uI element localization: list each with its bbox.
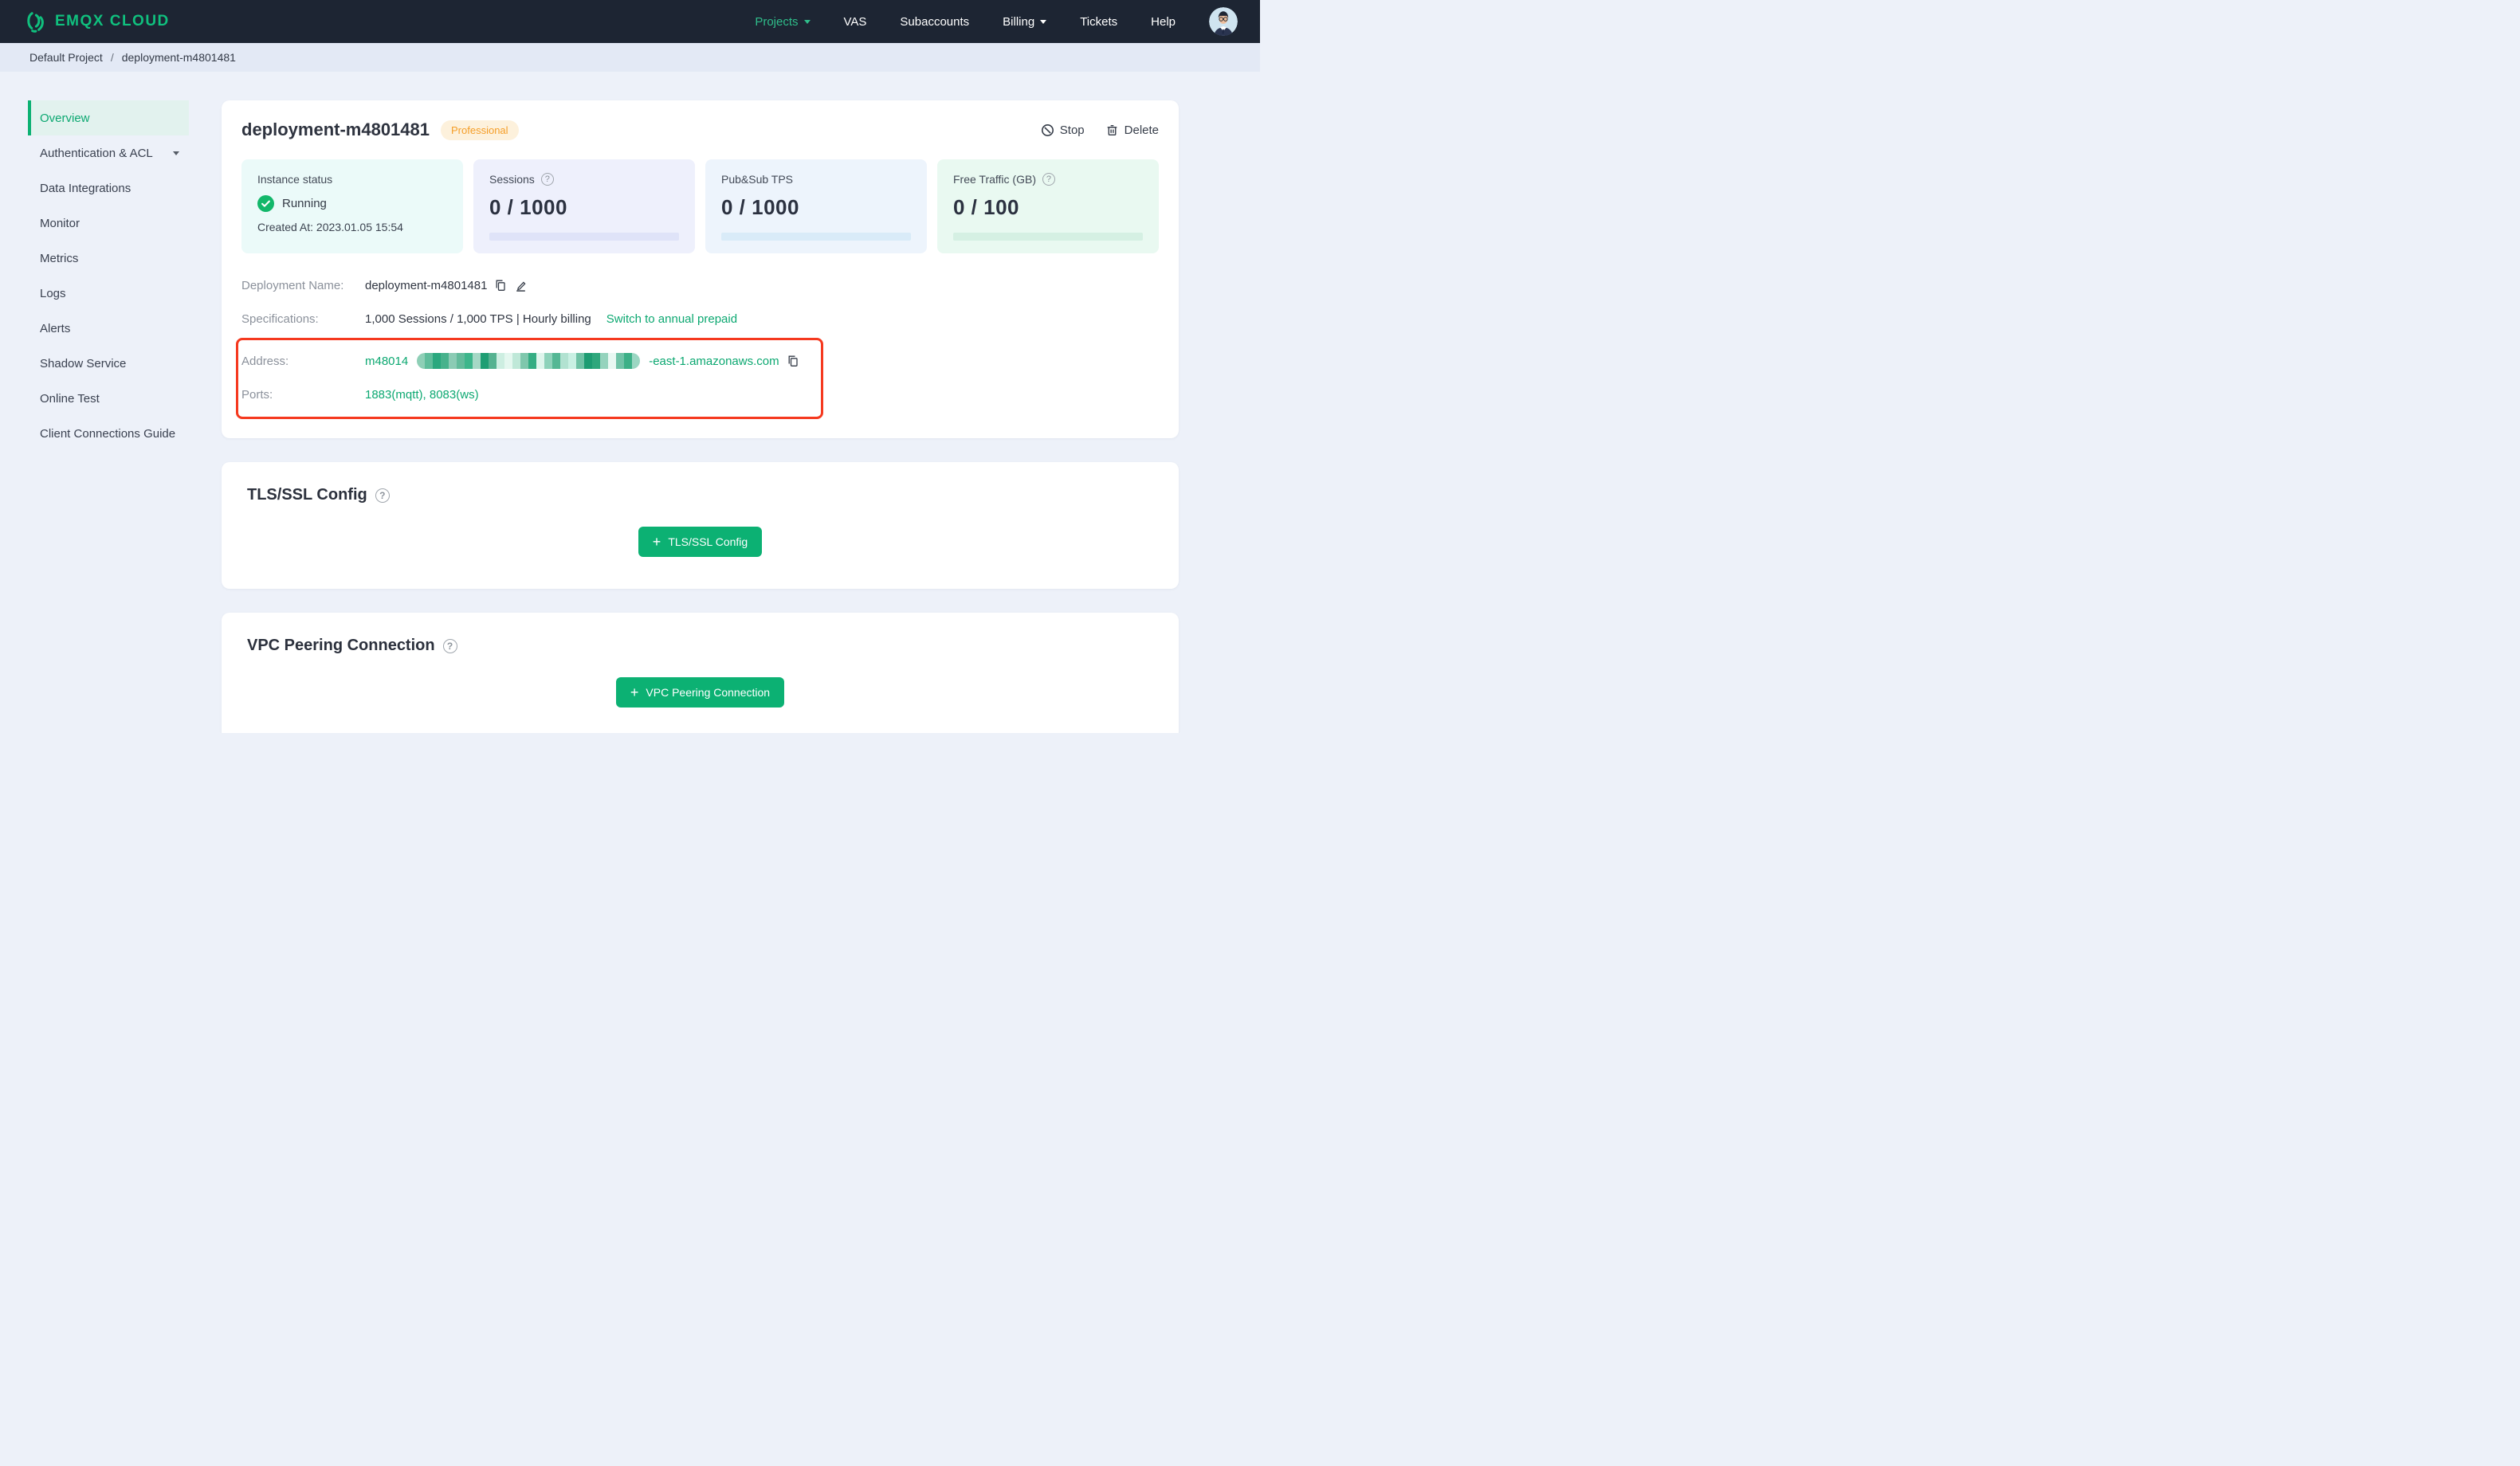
sidebar-item-metrics[interactable]: Metrics xyxy=(28,241,189,276)
switch-annual-prepaid-link[interactable]: Switch to annual prepaid xyxy=(606,312,737,326)
emqx-logo-icon xyxy=(22,10,46,33)
sessions-value: 0 / 1000 xyxy=(489,195,567,219)
copy-icon[interactable] xyxy=(787,355,799,367)
sidebar-item-online-test[interactable]: Online Test xyxy=(28,381,189,416)
help-icon[interactable] xyxy=(442,638,457,653)
sidebar-item-alerts[interactable]: Alerts xyxy=(28,311,189,346)
pubsub-progress-bar xyxy=(721,233,911,241)
nav-item-help[interactable]: Help xyxy=(1151,15,1176,29)
status-text: Running xyxy=(282,197,327,210)
navbar-menu: Projects VAS Subaccounts Billing Tickets… xyxy=(755,7,1238,36)
nav-item-tickets[interactable]: Tickets xyxy=(1080,15,1117,29)
chevron-down-icon xyxy=(1040,19,1047,24)
breadcrumb-project[interactable]: Default Project xyxy=(29,51,103,64)
sidebar-item-shadow-service[interactable]: Shadow Service xyxy=(28,346,189,381)
brand[interactable]: EMQX CLOUD xyxy=(22,10,170,33)
nav-item-projects[interactable]: Projects xyxy=(755,15,811,29)
sidebar: Overview Authentication & ACL Data Integ… xyxy=(0,72,189,733)
help-icon[interactable] xyxy=(375,488,390,503)
top-navbar: EMQX CLOUD Projects VAS Subaccounts Bill… xyxy=(0,0,1260,43)
trash-icon xyxy=(1105,123,1119,137)
nav-item-billing[interactable]: Billing xyxy=(1003,15,1047,29)
delete-button[interactable]: Delete xyxy=(1105,123,1159,137)
stat-card-sessions: Sessions 0 / 1000 xyxy=(473,159,695,253)
address-prefix: m48014 xyxy=(365,354,409,368)
deployment-name-value: deployment-m4801481 xyxy=(365,278,488,292)
add-tls-ssl-config-button[interactable]: + TLS/SSL Config xyxy=(638,527,763,557)
edit-icon[interactable] xyxy=(514,279,528,292)
user-avatar[interactable] xyxy=(1209,7,1238,36)
specifications-value: 1,000 Sessions / 1,000 TPS | Hourly bill… xyxy=(365,312,591,326)
chevron-down-icon xyxy=(803,19,811,24)
chevron-down-icon xyxy=(173,151,179,155)
address-suffix: -east-1.amazonaws.com xyxy=(649,354,779,368)
pubsub-tps-value: 0 / 1000 xyxy=(721,195,799,219)
check-circle-icon xyxy=(257,195,274,212)
vpc-peering-card: VPC Peering Connection + VPC Peering Con… xyxy=(222,613,1179,733)
plan-badge: Professional xyxy=(441,120,519,140)
stat-card-instance-status: Instance status Running Created At: 2023… xyxy=(241,159,463,253)
plus-icon: + xyxy=(652,534,661,550)
plus-icon: + xyxy=(630,684,639,700)
traffic-progress-bar xyxy=(953,233,1143,241)
tls-ssl-card: TLS/SSL Config + TLS/SSL Config xyxy=(222,462,1179,589)
breadcrumb-current: deployment-m4801481 xyxy=(121,51,236,64)
stop-icon xyxy=(1041,123,1054,137)
sidebar-item-overview[interactable]: Overview xyxy=(28,100,189,135)
help-icon[interactable] xyxy=(1042,173,1055,186)
nav-item-vas[interactable]: VAS xyxy=(844,15,867,29)
main-content: deployment-m4801481 Professional Stop De… xyxy=(189,72,1260,733)
breadcrumb: Default Project / deployment-m4801481 xyxy=(0,43,1260,72)
stat-card-free-traffic: Free Traffic (GB) 0 / 100 xyxy=(937,159,1159,253)
nav-item-subaccounts[interactable]: Subaccounts xyxy=(900,15,969,29)
brand-name: EMQX CLOUD xyxy=(55,13,170,29)
free-traffic-value: 0 / 100 xyxy=(953,195,1020,219)
sidebar-item-authentication-acl[interactable]: Authentication & ACL xyxy=(28,135,189,171)
address-highlight-box: Address: m48014 -east-1.amazonaws.com Po… xyxy=(236,338,823,419)
add-vpc-peering-connection-button[interactable]: + VPC Peering Connection xyxy=(615,677,785,708)
created-at: Created At: 2023.01.05 15:54 xyxy=(257,221,403,233)
address-redaction xyxy=(417,353,641,369)
deployment-title: deployment-m4801481 xyxy=(241,120,430,139)
sidebar-item-logs[interactable]: Logs xyxy=(28,276,189,311)
help-icon[interactable] xyxy=(540,173,554,186)
copy-icon[interactable] xyxy=(494,279,507,292)
stats-row: Instance status Running Created At: 2023… xyxy=(241,159,1159,253)
stat-card-pubsub-tps: Pub&Sub TPS 0 / 1000 xyxy=(705,159,927,253)
overview-card: deployment-m4801481 Professional Stop De… xyxy=(222,100,1179,438)
sidebar-item-data-integrations[interactable]: Data Integrations xyxy=(28,171,189,206)
sidebar-item-client-connections-guide[interactable]: Client Connections Guide xyxy=(28,416,189,451)
sidebar-item-monitor[interactable]: Monitor xyxy=(28,206,189,241)
deployment-details: Deployment Name: deployment-m4801481 Spe… xyxy=(236,274,1159,419)
ports-value: 1883(mqtt), 8083(ws) xyxy=(365,387,479,402)
stop-button[interactable]: Stop xyxy=(1041,123,1085,137)
tls-section-title: TLS/SSL Config xyxy=(247,486,367,504)
sessions-progress-bar xyxy=(489,233,679,241)
breadcrumb-separator: / xyxy=(110,51,114,64)
vpc-section-title: VPC Peering Connection xyxy=(247,637,435,654)
